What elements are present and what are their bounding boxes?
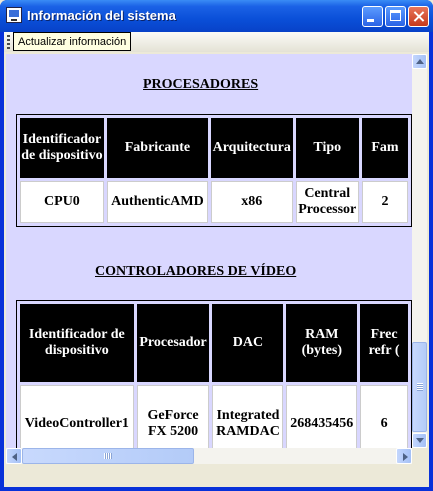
info-content: PROCESADORES Identificador de dispositiv… — [6, 54, 412, 448]
scroll-left-button[interactable] — [6, 448, 22, 464]
thumb-grip-icon — [416, 383, 423, 391]
chevron-right-icon — [403, 453, 408, 461]
table-cell: GeForce FX 5200 — [136, 385, 210, 448]
table-header-row: Identificador de dispositivo Procesador … — [20, 304, 408, 382]
chevron-up-icon — [416, 59, 424, 64]
table-cell: 268435456 — [286, 385, 358, 448]
table-cell: VideoController1 — [20, 385, 134, 448]
vertical-scrollbar[interactable] — [412, 54, 427, 448]
table-header-row: Identificador de dispositivo Fabricante … — [20, 118, 408, 178]
table-cell: x86 — [210, 181, 293, 223]
client-area: Actualizar información PROCESADORES Iden… — [4, 32, 429, 487]
scroll-up-button[interactable] — [412, 54, 427, 69]
column-header: DAC — [212, 304, 284, 382]
video-controllers-heading: CONTROLADORES DE VÍDEO — [95, 264, 297, 279]
column-header: Tipo — [295, 118, 359, 178]
scroll-down-button[interactable] — [412, 433, 427, 448]
column-header: Fabricante — [106, 118, 208, 178]
info-viewer: PROCESADORES Identificador de dispositiv… — [6, 54, 427, 464]
table-cell: Central Processor — [295, 181, 359, 223]
horizontal-scrollbar[interactable] — [6, 448, 412, 464]
title-bar[interactable]: Información del sistema — [0, 0, 433, 32]
table-row: VideoController1 GeForce FX 5200 Integra… — [20, 385, 408, 448]
table-row: CPU0 AuthenticAMD x86 Central Processor … — [20, 181, 408, 223]
column-header: Frec refr ( — [360, 304, 408, 382]
column-header: Procesador — [136, 304, 210, 382]
thumb-grip-icon — [104, 453, 112, 459]
system-info-icon[interactable] — [6, 7, 22, 23]
processors-heading: PROCESADORES — [143, 77, 259, 92]
refresh-info-button[interactable]: Actualizar información — [13, 32, 132, 51]
vertical-scroll-thumb[interactable] — [412, 342, 427, 432]
minimize-button[interactable] — [362, 6, 383, 27]
processors-table: Identificador de dispositivo Fabricante … — [16, 114, 412, 227]
chevron-left-icon — [12, 453, 17, 461]
toolbar-grip-icon[interactable] — [7, 35, 10, 49]
app-window: Información del sistema Actualizar infor… — [0, 0, 433, 491]
column-header: Identificador de dispositivo — [20, 304, 134, 382]
maximize-button[interactable] — [385, 6, 406, 27]
chevron-down-icon — [416, 438, 424, 443]
table-cell: AuthenticAMD — [106, 181, 208, 223]
scrollbar-corner — [412, 448, 427, 464]
column-header: Fam — [361, 118, 408, 178]
table-cell: 6 — [360, 385, 408, 448]
column-header: Identificador de dispositivo — [20, 118, 104, 178]
table-cell: Integrated RAMDAC — [212, 385, 284, 448]
column-header: Arquitectura — [210, 118, 293, 178]
table-cell: 2 — [361, 181, 408, 223]
horizontal-scroll-thumb[interactable] — [22, 448, 194, 464]
column-header: RAM (bytes) — [286, 304, 358, 382]
video-controllers-table: Identificador de dispositivo Procesador … — [16, 300, 412, 448]
toolbar: Actualizar información — [4, 32, 429, 52]
table-cell: CPU0 — [20, 181, 104, 223]
scroll-right-button[interactable] — [396, 448, 412, 464]
window-title: Información del sistema — [27, 8, 176, 23]
close-button[interactable] — [408, 6, 429, 27]
